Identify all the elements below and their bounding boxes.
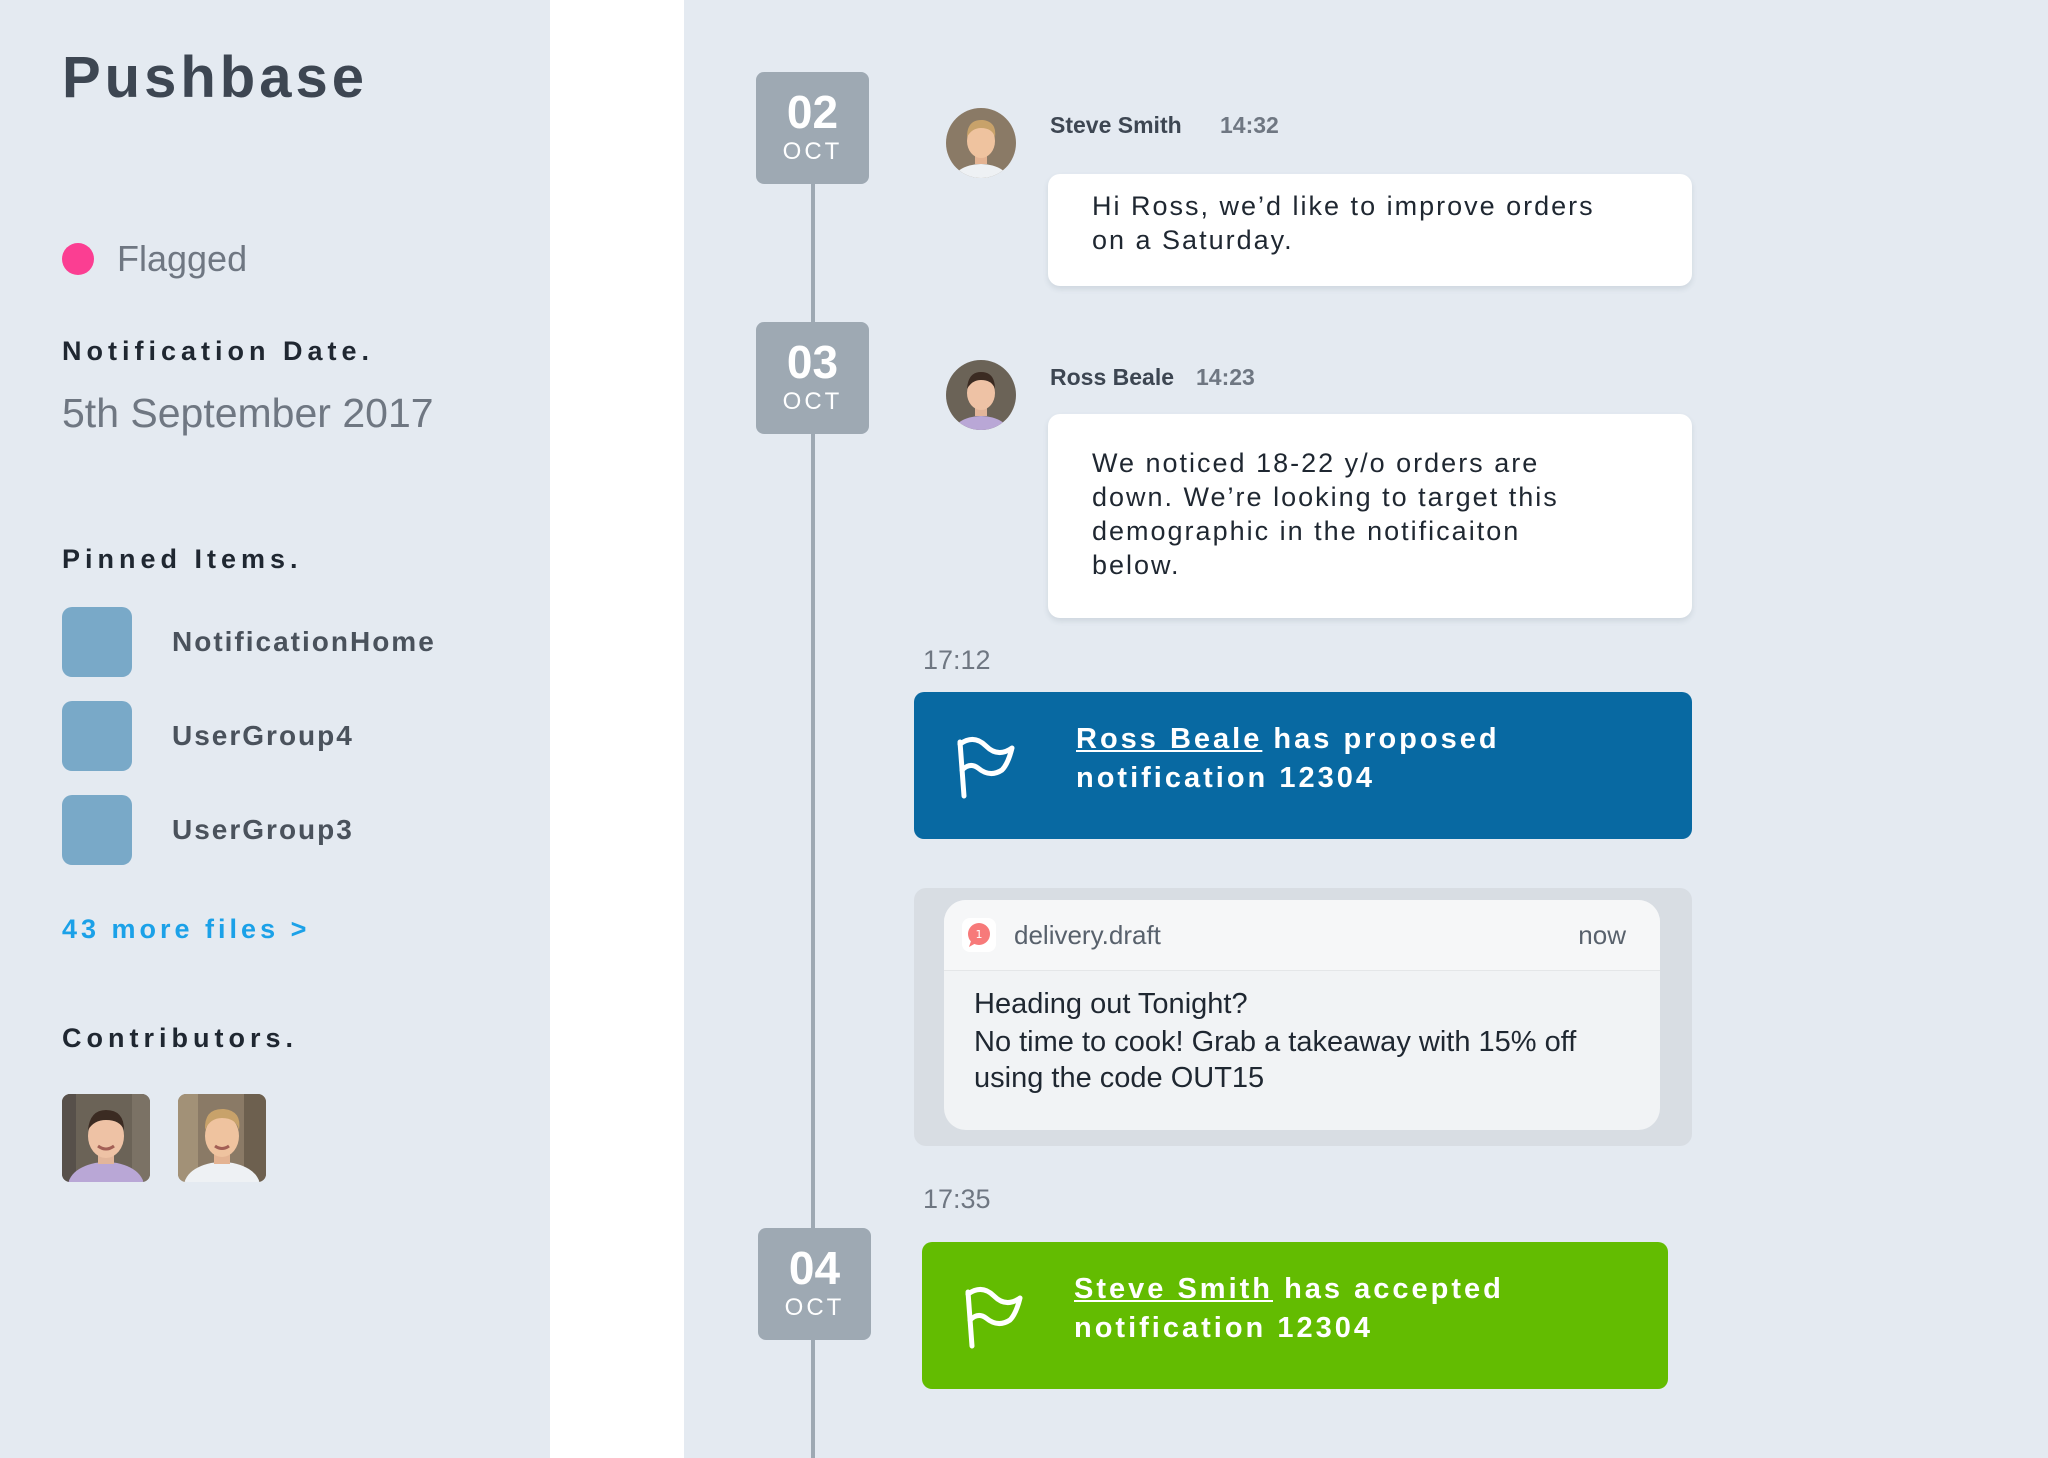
- notification-date-value: 5th September 2017: [62, 390, 434, 436]
- avatar-ross-beale[interactable]: [946, 360, 1016, 430]
- event-time: 17:35: [923, 1184, 991, 1214]
- file-thumbnail-icon: [62, 795, 132, 865]
- event-time: 17:12: [923, 645, 991, 675]
- avatar-icon: [178, 1094, 266, 1182]
- notification-header: 1 delivery.draft now: [944, 900, 1660, 971]
- notification-date-heading: Notification Date.: [62, 336, 375, 366]
- notification-time: now: [1578, 919, 1626, 950]
- pinned-items-heading: Pinned Items.: [62, 544, 303, 574]
- notification-body-line: No time to cook! Grab a takeaway with 15…: [974, 1026, 1577, 1058]
- date-day: 02: [786, 86, 839, 138]
- message-line: below.: [1092, 550, 1181, 580]
- sidebar: Pushbase Flagged Notification Date. 5th …: [0, 0, 550, 1458]
- event-actor-link[interactable]: Ross Beale: [1076, 723, 1262, 755]
- notification-app-name: delivery.draft: [1014, 919, 1161, 950]
- notification-body-line: using the code OUT15: [974, 1062, 1265, 1094]
- app-title: Pushbase: [62, 45, 368, 110]
- message-line: Hi Ross, we’d like to improve orders: [1092, 191, 1595, 221]
- avatar-icon: [946, 108, 1016, 178]
- avatar-steve-smith[interactable]: [946, 108, 1016, 178]
- message-author: Ross Beale: [1050, 364, 1175, 390]
- notification-preview: 1 delivery.draft now Heading out Tonight…: [914, 888, 1692, 1146]
- date-month: OCT: [782, 388, 843, 415]
- contributors-heading: Contributors.: [62, 1023, 298, 1053]
- avatar-icon: [62, 1094, 150, 1182]
- flag-status-dot: [62, 243, 94, 275]
- contributor-avatar-steve[interactable]: [178, 1094, 266, 1182]
- divider-panel: [550, 0, 684, 1458]
- pinned-item-usergroup4[interactable]: UserGroup4: [62, 701, 482, 771]
- event-action: has proposed: [1273, 723, 1500, 755]
- event-detail: notification 12304: [1074, 1312, 1373, 1344]
- event-text: Ross Beale has proposed notification 123…: [1076, 720, 1672, 798]
- event-action: has accepted: [1284, 1273, 1504, 1305]
- file-thumbnail-icon: [62, 701, 132, 771]
- date-month: OCT: [782, 138, 843, 165]
- message-author: Steve Smith: [1050, 112, 1182, 138]
- pinned-item-notificationhome[interactable]: NotificationHome: [62, 607, 482, 677]
- avatar-icon: [946, 360, 1016, 430]
- date-badge-04-oct: 04 OCT: [758, 1228, 871, 1340]
- message-line: down. We’re looking to target this: [1092, 482, 1559, 512]
- pinned-item-usergroup3[interactable]: UserGroup3: [62, 795, 482, 865]
- contributor-avatar-ross[interactable]: [62, 1094, 150, 1182]
- event-detail: notification 12304: [1076, 762, 1375, 794]
- date-day: 04: [788, 1242, 841, 1294]
- chat-bubble-icon: 1: [968, 923, 990, 947]
- more-files-link[interactable]: 43 more files >: [62, 914, 310, 945]
- flag-icon: [957, 737, 1015, 799]
- flag-icon: [965, 1287, 1023, 1349]
- date-badge-02-oct: 02 OCT: [756, 72, 869, 184]
- message-line: on a Saturday.: [1092, 225, 1294, 255]
- status-label: Flagged: [117, 238, 248, 279]
- notification-body: No time to cook! Grab a takeaway with 15…: [974, 1024, 1634, 1096]
- message-time: 14:32: [1220, 112, 1279, 138]
- event-actor-link[interactable]: Steve Smith: [1074, 1273, 1273, 1305]
- file-thumbnail-icon: [62, 607, 132, 677]
- event-text: Steve Smith has accepted notification 12…: [1074, 1270, 1648, 1348]
- pinned-item-label: NotificationHome: [172, 626, 436, 657]
- badge-count: 1: [976, 928, 983, 941]
- date-badge-03-oct: 03 OCT: [756, 322, 869, 434]
- message-line: demographic in the notificaiton: [1092, 516, 1521, 546]
- message-bubble: Hi Ross, we’d like to improve orders on …: [1048, 174, 1692, 286]
- event-card-accepted: Steve Smith has accepted notification 12…: [922, 1242, 1668, 1389]
- date-day: 03: [786, 336, 839, 388]
- pinned-item-label: UserGroup4: [172, 720, 354, 751]
- message-time: 14:23: [1196, 364, 1255, 390]
- message-line: We noticed 18-22 y/o orders are: [1092, 448, 1540, 478]
- event-card-proposed: Ross Beale has proposed notification 123…: [914, 692, 1692, 839]
- status-flagged[interactable]: Flagged: [62, 238, 247, 280]
- app-badge-icon: 1: [962, 918, 996, 952]
- notification-title: Heading out Tonight?: [974, 988, 1248, 1020]
- message-bubble: We noticed 18-22 y/o orders are down. We…: [1048, 414, 1692, 618]
- notification-card[interactable]: 1 delivery.draft now Heading out Tonight…: [944, 900, 1660, 1130]
- date-month: OCT: [784, 1294, 845, 1321]
- pinned-item-label: UserGroup3: [172, 814, 354, 845]
